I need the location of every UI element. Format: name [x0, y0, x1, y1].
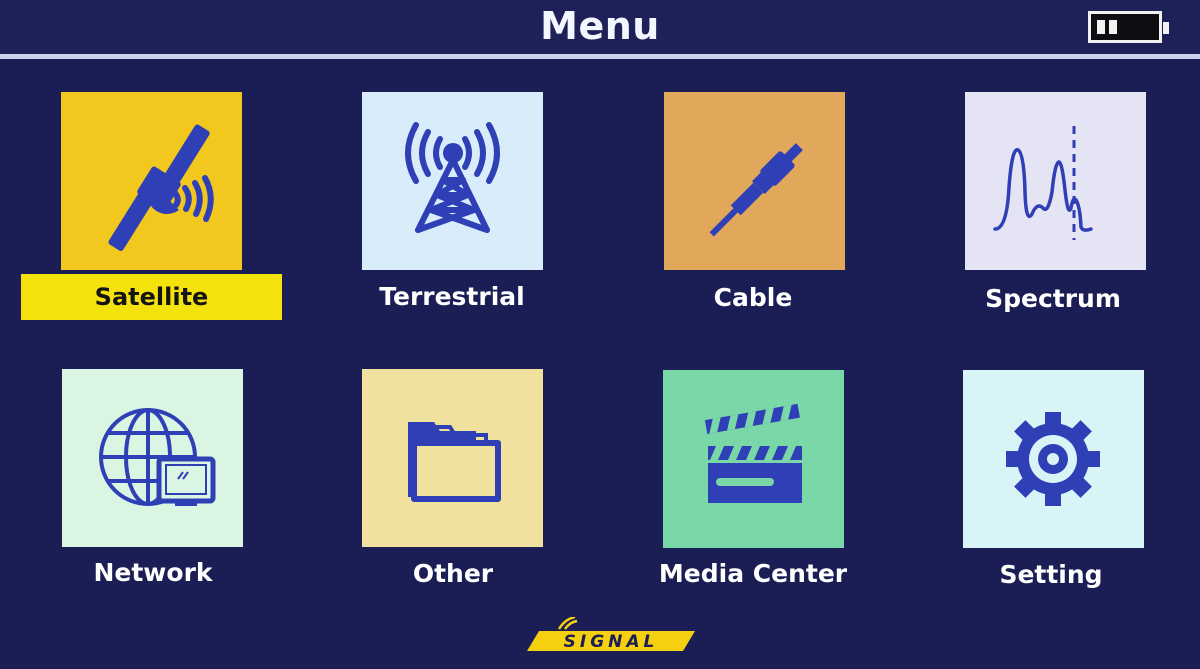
menu-tile-satellite[interactable]	[61, 92, 242, 270]
menu-tile-other[interactable]	[362, 369, 543, 547]
menu-tile-spectrum[interactable]	[965, 92, 1146, 270]
menu-tile-network[interactable]	[62, 369, 243, 547]
folder-icon	[362, 369, 543, 547]
clapperboard-icon	[663, 370, 844, 548]
gear-icon	[963, 370, 1144, 548]
antenna-tower-icon	[362, 92, 543, 270]
menu-tile-setting[interactable]	[963, 370, 1144, 548]
spectrum-icon	[965, 92, 1146, 270]
menu-tile-terrestrial[interactable]	[362, 92, 543, 270]
menu-label-satellite[interactable]: Satellite	[21, 274, 282, 320]
signal-logo: SIGNAL	[513, 615, 698, 657]
menu-label-other[interactable]: Other	[328, 559, 578, 588]
menu-label-media-center[interactable]: Media Center	[628, 559, 878, 588]
menu-tile-media-center[interactable]	[663, 370, 844, 548]
menu-label-setting[interactable]: Setting	[926, 560, 1176, 589]
battery-icon	[1088, 11, 1169, 43]
menu-label-spectrum[interactable]: Spectrum	[928, 284, 1178, 313]
title-divider	[0, 54, 1200, 59]
coax-cable-icon	[664, 92, 845, 270]
globe-network-icon	[62, 369, 243, 547]
menu-tile-cable[interactable]	[664, 92, 845, 270]
signal-logo-text: SIGNAL	[564, 632, 659, 652]
menu-label-cable[interactable]: Cable	[628, 283, 878, 312]
menu-label-network[interactable]: Network	[28, 558, 278, 587]
satellite-icon	[61, 92, 242, 270]
title-bar: Menu	[0, 0, 1200, 58]
menu-screen: Menu Satellite Terrestrial Cable Spectru…	[0, 0, 1200, 669]
menu-label-terrestrial[interactable]: Terrestrial	[327, 282, 577, 311]
page-title: Menu	[540, 4, 660, 48]
